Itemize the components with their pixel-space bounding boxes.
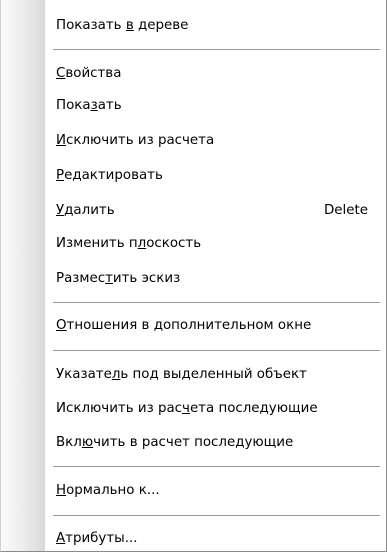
menu-item-label: Исключить из расчета [56, 133, 215, 148]
menu-item-show[interactable]: Показать [56, 94, 376, 118]
menu-item-label: Показать в дереве [56, 18, 189, 33]
menu-item-label: Показать [56, 98, 122, 113]
menu-item-label: Нормально к... [56, 483, 160, 498]
menu-item-change-plane[interactable]: Изменить плоскость [56, 232, 376, 256]
menu-item-attributes[interactable]: Атрибуты... [56, 527, 376, 551]
shortcut-label: Delete [324, 203, 368, 218]
menu-icon-gutter [1, 0, 45, 551]
menu-separator [53, 350, 380, 351]
menu-item-label: Удалить [56, 203, 115, 218]
menu-separator [53, 302, 380, 303]
menu-item-label: Свойства [56, 66, 122, 81]
menu-item-label: Отношения в дополнительном окне [56, 318, 312, 333]
menu-item-relations-window[interactable]: Отношения в дополнительном окне [56, 314, 376, 338]
menu-separator [53, 49, 380, 50]
menu-item-edit[interactable]: Редактировать [56, 164, 376, 188]
menu-item-normal-to[interactable]: Нормально к... [56, 479, 376, 503]
menu-separator [53, 466, 380, 467]
menu-item-include-following[interactable]: Включить в расчет последующие [56, 431, 376, 455]
menu-item-label: Редактировать [56, 168, 163, 183]
menu-item-place-sketch[interactable]: Разместить эскиз [56, 267, 376, 291]
menu-item-delete[interactable]: Удалить Delete [56, 199, 376, 223]
menu-item-show-in-tree[interactable]: Показать в дереве [56, 14, 376, 38]
context-menu: Показать в дереве Свойства Показать Искл… [0, 0, 387, 552]
menu-item-label: Включить в расчет последующие [56, 435, 294, 450]
menu-separator [53, 515, 380, 516]
menu-item-pointer-under-selection[interactable]: Указатель под выделенный объект [56, 363, 376, 387]
menu-item-label: Указатель под выделенный объект [56, 367, 307, 382]
menu-item-properties[interactable]: Свойства [56, 62, 376, 86]
menu-item-exclude-following[interactable]: Исключить из расчета последующие [56, 397, 376, 421]
menu-item-label: Разместить эскиз [56, 271, 181, 286]
menu-item-label: Исключить из расчета последующие [56, 401, 318, 416]
menu-item-exclude-from-calc[interactable]: Исключить из расчета [56, 129, 376, 153]
menu-item-label: Изменить плоскость [56, 236, 202, 251]
menu-item-label: Атрибуты... [56, 531, 138, 546]
